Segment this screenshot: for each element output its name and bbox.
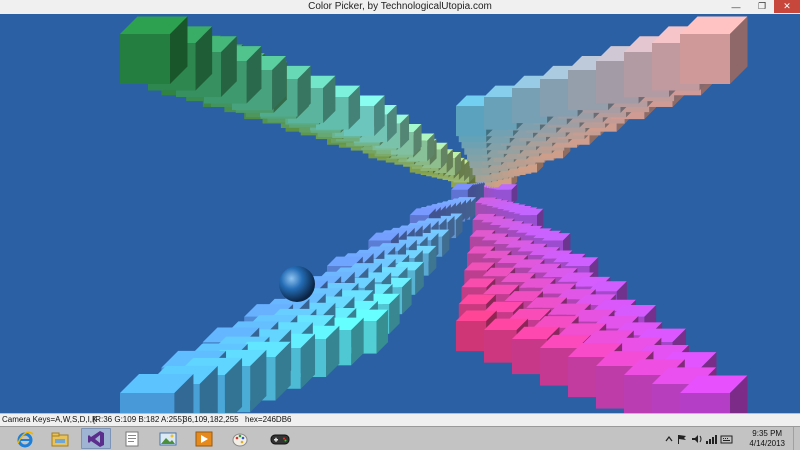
taskbar: 9:35 PM 4/14/2013 [0, 426, 800, 450]
window-title: Color Picker, by TechnologicalUtopia.com [308, 1, 492, 12]
hex-readout: hex=246DB6 [245, 415, 292, 424]
clock-date: 4/14/2013 [749, 439, 785, 448]
media-player-icon [195, 431, 213, 446]
flag-icon[interactable] [678, 435, 686, 444]
taskbar-app-visual-studio[interactable] [81, 428, 111, 449]
speaker-icon[interactable] [692, 435, 702, 443]
close-button[interactable]: ✕ [774, 0, 800, 13]
internet-explorer-icon [17, 431, 34, 447]
color-selector-sphere[interactable] [279, 266, 315, 302]
color-cube-viewport[interactable] [0, 14, 800, 413]
visual-studio-icon [88, 430, 104, 447]
rgba-readout: [R:36 G:109 B:182 A:255] [93, 415, 185, 424]
image-viewer-icon [159, 432, 177, 445]
paint-icon [232, 433, 248, 446]
show-hidden-icons-icon[interactable] [665, 436, 673, 442]
maximize-button[interactable]: ❐ [749, 0, 775, 13]
rgb-csv-readout: 36,109,182,255 [183, 415, 239, 424]
color-cube[interactable] [120, 16, 188, 85]
file-explorer-icon [51, 432, 69, 446]
color-cube[interactable] [120, 373, 194, 413]
camera-keys-text: Camera Keys=A,W,S,D,I,K [2, 415, 98, 424]
window-titlebar[interactable]: Color Picker, by TechnologicalUtopia.com… [0, 0, 800, 15]
system-tray: 9:35 PM 4/14/2013 [660, 427, 800, 450]
system-clock[interactable]: 9:35 PM 4/14/2013 [749, 429, 785, 449]
taskbar-app-media-player[interactable] [189, 428, 219, 449]
taskbar-app-document[interactable] [117, 428, 147, 449]
status-bar: Camera Keys=A,W,S,D,I,K [R:36 G:109 B:18… [0, 413, 800, 426]
taskbar-app-paint[interactable] [225, 428, 255, 449]
taskbar-app-ie[interactable] [10, 428, 40, 449]
taskbar-app-image-viewer[interactable] [153, 428, 183, 449]
taskbar-app-game[interactable] [265, 428, 295, 449]
show-desktop-button[interactable] [793, 427, 800, 450]
color-cube-scene [120, 16, 748, 413]
network-icon[interactable] [706, 435, 717, 444]
clock-time: 9:35 PM [752, 429, 783, 438]
taskbar-app-explorer[interactable] [45, 428, 75, 449]
keyboard-icon[interactable] [720, 435, 733, 444]
minimize-button[interactable]: — [723, 0, 749, 13]
document-icon [125, 431, 139, 446]
game-controller-icon [270, 434, 290, 444]
color-cube[interactable] [680, 16, 748, 85]
